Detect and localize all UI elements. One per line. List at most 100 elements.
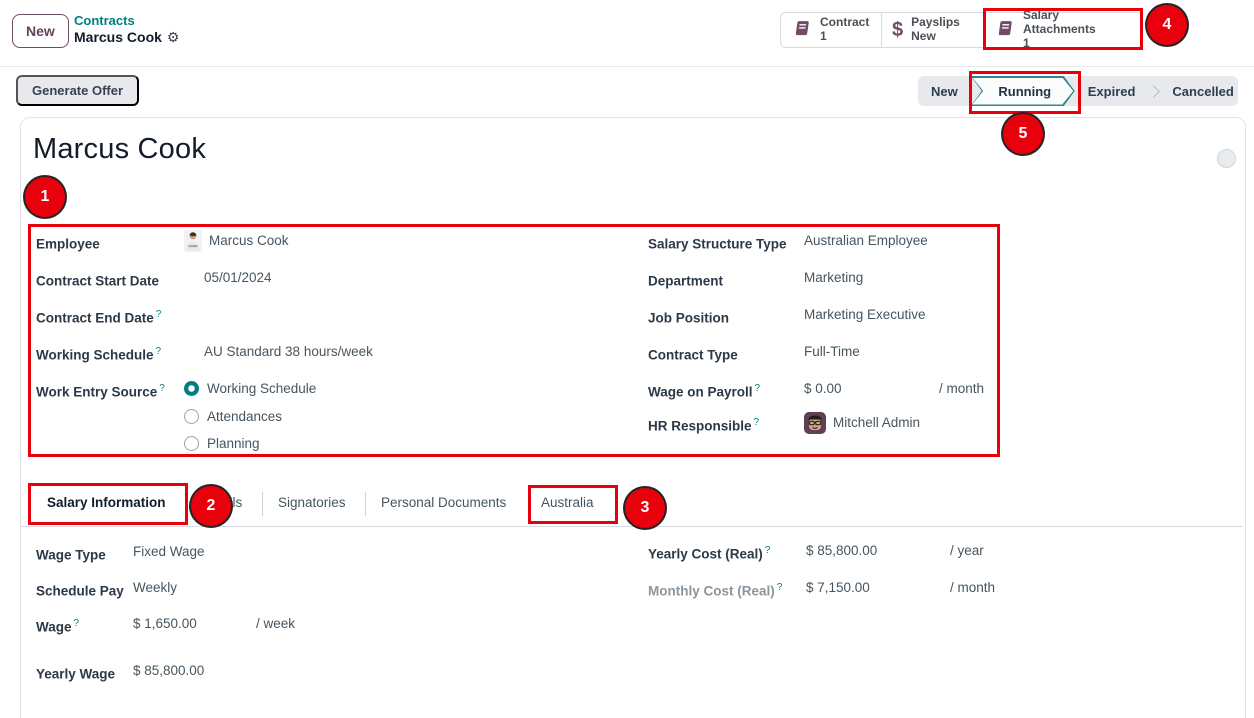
tab-australia[interactable]: Australia bbox=[541, 495, 594, 510]
field-contract-start-date: Contract Start Date 05/01/2024 bbox=[36, 268, 272, 292]
generate-offer-button[interactable]: Generate Offer bbox=[16, 75, 139, 106]
field-label: Department bbox=[648, 268, 804, 292]
stat-label: Payslips bbox=[911, 16, 960, 30]
stage-new[interactable]: New bbox=[918, 84, 971, 99]
new-button[interactable]: New bbox=[12, 14, 69, 48]
stage-cancelled[interactable]: Cancelled bbox=[1159, 84, 1246, 99]
field-unit: / year bbox=[950, 541, 984, 561]
annotation-marker-4: 4 bbox=[1147, 5, 1187, 45]
field-value-yearly-wage: $ 85,800.00 bbox=[133, 661, 204, 681]
annotation-marker-5: 5 bbox=[1003, 114, 1043, 154]
radio-working-schedule[interactable] bbox=[184, 381, 199, 396]
field-label: Salary Structure Type bbox=[648, 231, 804, 255]
field-wage-type: Wage Type Fixed Wage bbox=[36, 542, 205, 566]
stat-button-payslips[interactable]: $ Payslips New bbox=[881, 13, 983, 47]
field-value-department[interactable]: Marketing bbox=[804, 268, 863, 288]
field-value-wage-on-payroll[interactable]: $ 0.00 bbox=[804, 379, 939, 399]
field-work-entry-source-opt2: Attendances bbox=[36, 407, 282, 427]
field-monthly-cost-real: Monthly Cost (Real)? $ 7,150.00 / month bbox=[648, 578, 995, 602]
field-employee: Employee Marcus Cook bbox=[36, 231, 289, 259]
record-image-placeholder[interactable] bbox=[1217, 149, 1236, 168]
field-value-wage-type[interactable]: Fixed Wage bbox=[133, 542, 205, 562]
field-working-schedule: Working Schedule? AU Standard 38 hours/w… bbox=[36, 342, 373, 366]
radio-attendances[interactable] bbox=[184, 409, 199, 424]
tab-divider bbox=[262, 492, 263, 516]
field-value-contract-type[interactable]: Full-Time bbox=[804, 342, 860, 362]
field-label: Wage? bbox=[36, 614, 133, 638]
field-value-employee[interactable]: Marcus Cook bbox=[209, 231, 289, 251]
field-salary-structure-type: Salary Structure Type Australian Employe… bbox=[648, 231, 928, 255]
radio-planning[interactable] bbox=[184, 436, 199, 451]
field-label: Work Entry Source? bbox=[36, 379, 184, 403]
field-wage-on-payroll: Wage on Payroll? $ 0.00 / month bbox=[648, 379, 984, 403]
page-title: Marcus Cook bbox=[33, 133, 206, 166]
tab-divider bbox=[365, 492, 366, 516]
contract-statusbar: New Running Expired Cancelled bbox=[918, 76, 1238, 106]
stat-value: 1 bbox=[1023, 37, 1132, 51]
hr-responsible-avatar bbox=[804, 412, 826, 440]
field-schedule-pay: Schedule Pay Weekly bbox=[36, 578, 177, 602]
field-unit: / week bbox=[256, 614, 295, 634]
stage-running-active[interactable]: Running bbox=[971, 76, 1075, 106]
annotation-marker-3: 3 bbox=[625, 488, 665, 528]
field-job-position: Job Position Marketing Executive bbox=[648, 305, 926, 329]
stage-running-label: Running bbox=[971, 76, 1075, 106]
chevron-right-icon bbox=[1148, 85, 1161, 98]
field-label: Schedule Pay bbox=[36, 578, 133, 602]
field-value-hr-responsible[interactable]: Mitchell Admin bbox=[833, 413, 920, 433]
header-divider bbox=[0, 66, 1254, 67]
tab-divider bbox=[529, 492, 530, 516]
field-contract-end-date: Contract End Date? bbox=[36, 305, 204, 329]
radio-label-planning[interactable]: Planning bbox=[207, 434, 260, 454]
stat-label: Salary Attachments bbox=[1023, 9, 1132, 37]
field-label: Job Position bbox=[648, 305, 804, 329]
field-department: Department Marketing bbox=[648, 268, 863, 292]
field-label: Contract End Date? bbox=[36, 305, 184, 329]
stat-label: Contract bbox=[820, 16, 869, 30]
field-unit: / month bbox=[950, 578, 995, 598]
field-wage: Wage? $ 1,650.00 / week bbox=[36, 614, 295, 638]
field-contract-type: Contract Type Full-Time bbox=[648, 342, 860, 366]
radio-label-working-schedule[interactable]: Working Schedule bbox=[207, 379, 316, 399]
field-hr-responsible: HR Responsible? Mitchell Admin bbox=[648, 413, 920, 441]
tabs-bottom-border bbox=[21, 526, 1243, 527]
field-label: Yearly Cost (Real)? bbox=[648, 541, 806, 565]
field-work-entry-source: Work Entry Source? Working Schedule bbox=[36, 379, 316, 403]
field-label: Employee bbox=[36, 231, 184, 255]
tab-personal-documents[interactable]: Personal Documents bbox=[381, 495, 506, 510]
field-value-wage[interactable]: $ 1,650.00 bbox=[133, 614, 256, 634]
field-label: HR Responsible? bbox=[648, 413, 804, 437]
field-label: Contract Type bbox=[648, 342, 804, 366]
journal-icon bbox=[994, 18, 1015, 42]
breadcrumb-parent-link[interactable]: Contracts bbox=[74, 13, 179, 29]
stat-button-group: Contract 1 $ Payslips New Salary Attachm… bbox=[780, 12, 1143, 48]
field-value-schedule-pay[interactable]: Weekly bbox=[133, 578, 177, 598]
stat-button-salary-attachments[interactable]: Salary Attachments 1 bbox=[983, 13, 1142, 47]
annotation-marker-2: 2 bbox=[191, 486, 231, 526]
stage-expired[interactable]: Expired bbox=[1075, 84, 1149, 99]
breadcrumb-current: Marcus Cook bbox=[74, 29, 162, 45]
field-yearly-cost-real: Yearly Cost (Real)? $ 85,800.00 / year bbox=[648, 541, 984, 565]
stat-value: 1 bbox=[820, 30, 869, 44]
field-value-job-position[interactable]: Marketing Executive bbox=[804, 305, 926, 325]
field-value-working-schedule[interactable]: AU Standard 38 hours/week bbox=[204, 342, 373, 362]
stat-button-contract[interactable]: Contract 1 bbox=[781, 13, 881, 47]
field-value-start-date[interactable]: 05/01/2024 bbox=[204, 268, 272, 288]
dollar-icon: $ bbox=[892, 19, 903, 42]
gear-icon[interactable]: ⚙ bbox=[167, 29, 180, 45]
tab-salary-information[interactable]: Salary Information bbox=[47, 495, 166, 510]
field-label: Contract Start Date bbox=[36, 268, 184, 292]
breadcrumb: Contracts Marcus Cook ⚙ bbox=[74, 13, 179, 47]
field-label: Wage on Payroll? bbox=[648, 379, 804, 403]
field-unit: / month bbox=[939, 379, 984, 399]
journal-icon bbox=[791, 18, 812, 42]
field-label: Working Schedule? bbox=[36, 342, 184, 366]
field-label: Monthly Cost (Real)? bbox=[648, 578, 806, 602]
employee-avatar bbox=[184, 230, 202, 258]
field-value-salary-structure[interactable]: Australian Employee bbox=[804, 231, 928, 251]
tab-signatories[interactable]: Signatories bbox=[278, 495, 346, 510]
annotation-marker-1: 1 bbox=[25, 177, 65, 217]
field-value-yearly-cost[interactable]: $ 85,800.00 bbox=[806, 541, 950, 561]
field-value-monthly-cost[interactable]: $ 7,150.00 bbox=[806, 578, 950, 598]
radio-label-attendances[interactable]: Attendances bbox=[207, 407, 282, 427]
